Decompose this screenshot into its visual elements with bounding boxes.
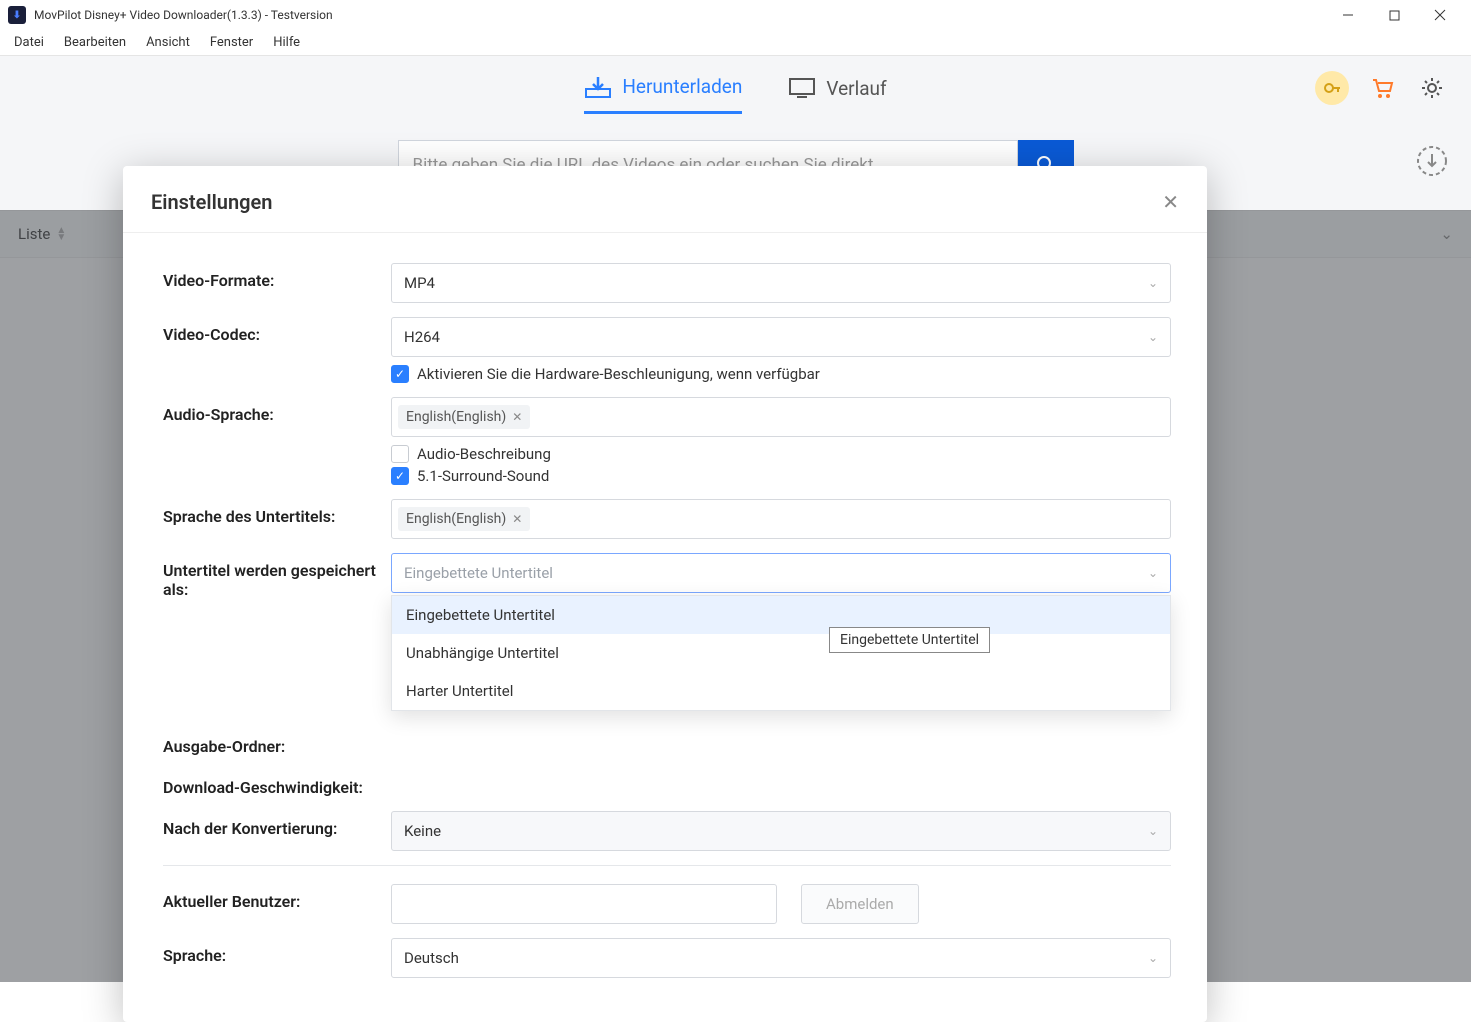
tooltip: Eingebettete Untertitel bbox=[829, 627, 990, 653]
title-bar: ⬇ MovPilot Disney+ Video Downloader(1.3.… bbox=[0, 0, 1471, 30]
download-queue-icon[interactable] bbox=[1415, 144, 1449, 178]
language-select[interactable]: Deutsch ⌄ bbox=[391, 938, 1171, 978]
menu-edit[interactable]: Bearbeiten bbox=[54, 33, 136, 52]
chevron-down-icon: ⌄ bbox=[1148, 951, 1158, 965]
label-language: Sprache: bbox=[163, 938, 391, 965]
window-title: MovPilot Disney+ Video Downloader(1.3.3)… bbox=[34, 8, 333, 22]
audio-description-checkbox[interactable] bbox=[391, 445, 409, 463]
cart-icon[interactable] bbox=[1365, 71, 1399, 105]
hw-accel-checkbox[interactable]: ✓ bbox=[391, 365, 409, 383]
label-current-user: Aktueller Benutzer: bbox=[163, 884, 391, 911]
tab-download[interactable]: Herunterladen bbox=[584, 63, 742, 114]
close-icon[interactable]: ✕ bbox=[1162, 190, 1179, 214]
monitor-icon bbox=[788, 77, 816, 99]
modal-title: Einstellungen bbox=[151, 190, 272, 214]
tab-history[interactable]: Verlauf bbox=[788, 63, 886, 114]
remove-chip-icon[interactable]: ✕ bbox=[512, 410, 522, 424]
chevron-down-icon: ⌄ bbox=[1148, 824, 1158, 838]
chevron-down-icon: ⌄ bbox=[1148, 566, 1158, 580]
dropdown-option-hard[interactable]: Harter Untertitel bbox=[392, 672, 1170, 710]
language-value: Deutsch bbox=[404, 949, 459, 967]
after-conversion-select[interactable]: Keine ⌄ bbox=[391, 811, 1171, 851]
video-format-value: MP4 bbox=[404, 274, 435, 292]
subtitle-language-input[interactable]: English(English) ✕ bbox=[391, 499, 1171, 539]
dropdown-option-embedded[interactable]: Eingebettete Untertitel bbox=[392, 596, 1170, 634]
key-icon[interactable] bbox=[1315, 71, 1349, 105]
video-format-select[interactable]: MP4 ⌄ bbox=[391, 263, 1171, 303]
audio-language-chip[interactable]: English(English) ✕ bbox=[398, 405, 530, 429]
audio-description-label: Audio-Beschreibung bbox=[417, 445, 551, 463]
settings-modal: Einstellungen ✕ Video-Formate: MP4 ⌄ Vid… bbox=[123, 166, 1207, 1022]
logout-button[interactable]: Abmelden bbox=[801, 884, 919, 924]
after-conversion-value: Keine bbox=[404, 822, 441, 840]
current-user-input[interactable] bbox=[391, 884, 777, 924]
video-codec-value: H264 bbox=[404, 328, 440, 346]
menu-file[interactable]: Datei bbox=[4, 33, 54, 52]
divider bbox=[163, 865, 1171, 866]
subtitle-chip-label: English(English) bbox=[406, 511, 506, 527]
label-after-conversion: Nach der Konvertierung: bbox=[163, 811, 391, 838]
label-download-speed: Download-Geschwindigkeit: bbox=[163, 770, 391, 797]
menu-window[interactable]: Fenster bbox=[200, 33, 263, 52]
dropdown-option-independent[interactable]: Unabhängige Untertitel bbox=[392, 634, 1170, 672]
audio-chip-label: English(English) bbox=[406, 409, 506, 425]
video-codec-select[interactable]: H264 ⌄ bbox=[391, 317, 1171, 357]
surround-label: 5.1-Surround-Sound bbox=[417, 467, 549, 485]
label-video-format: Video-Formate: bbox=[163, 263, 391, 290]
tab-download-label: Herunterladen bbox=[622, 75, 742, 98]
menu-bar: Datei Bearbeiten Ansicht Fenster Hilfe bbox=[0, 30, 1471, 56]
tab-history-label: Verlauf bbox=[826, 77, 886, 100]
label-output-folder: Ausgabe-Ordner: bbox=[163, 729, 391, 756]
audio-language-input[interactable]: English(English) ✕ bbox=[391, 397, 1171, 437]
chevron-down-icon: ⌄ bbox=[1148, 276, 1158, 290]
label-subtitle-save-as: Untertitel werden gespeichert als: bbox=[163, 553, 391, 599]
maximize-button[interactable] bbox=[1371, 0, 1417, 30]
subtitle-language-chip[interactable]: English(English) ✕ bbox=[398, 507, 530, 531]
label-audio-language: Audio-Sprache: bbox=[163, 397, 391, 424]
main-toolbar: Herunterladen Verlauf bbox=[0, 56, 1471, 120]
download-icon bbox=[584, 75, 612, 99]
app-icon: ⬇ bbox=[8, 6, 26, 24]
gear-icon[interactable] bbox=[1415, 71, 1449, 105]
label-subtitle-language: Sprache des Untertitels: bbox=[163, 499, 391, 526]
minimize-button[interactable] bbox=[1325, 0, 1371, 30]
chevron-down-icon: ⌄ bbox=[1148, 330, 1158, 344]
close-button[interactable] bbox=[1417, 0, 1463, 30]
label-video-codec: Video-Codec: bbox=[163, 317, 391, 344]
subtitle-save-dropdown: Eingebettete Untertitel Unabhängige Unte… bbox=[391, 595, 1171, 711]
hw-accel-label: Aktivieren Sie die Hardware-Beschleunigu… bbox=[417, 365, 820, 383]
surround-checkbox[interactable]: ✓ bbox=[391, 467, 409, 485]
subtitle-save-select[interactable]: Eingebettete Untertitel ⌄ bbox=[391, 553, 1171, 593]
subtitle-save-placeholder: Eingebettete Untertitel bbox=[404, 564, 553, 582]
remove-chip-icon[interactable]: ✕ bbox=[512, 512, 522, 526]
menu-help[interactable]: Hilfe bbox=[263, 33, 310, 52]
menu-view[interactable]: Ansicht bbox=[136, 33, 200, 52]
